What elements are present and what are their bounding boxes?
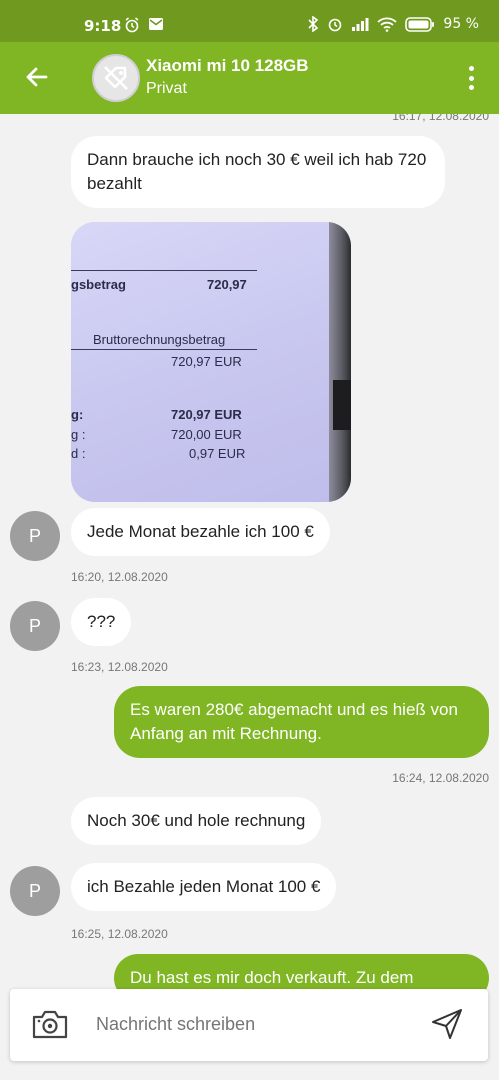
overflow-menu-button[interactable] xyxy=(461,64,481,92)
mail-icon xyxy=(149,18,163,30)
receipt-text: 0,97 EUR xyxy=(189,446,246,461)
receipt-text: 720,97 EUR xyxy=(171,407,242,422)
outgoing-message[interactable]: Es waren 280€ abgemacht und es hieß von … xyxy=(114,686,489,758)
app-bar: Xiaomi mi 10 128GB Privat xyxy=(0,42,499,114)
incoming-message[interactable]: Jede Monat bezahle ich 100 € xyxy=(71,508,330,556)
more-vert-icon xyxy=(468,66,474,71)
receipt-text: Bruttorechnungsbetrag xyxy=(93,332,226,347)
incoming-message[interactable]: ??? xyxy=(71,598,132,646)
tag-off-icon xyxy=(104,66,128,90)
message-composer xyxy=(10,989,488,1061)
camera-icon xyxy=(32,1010,68,1039)
conversation-title[interactable]: Xiaomi mi 10 128GB xyxy=(146,56,309,76)
alarm-clock-icon xyxy=(329,18,342,32)
receipt-text: 720,97 xyxy=(207,277,247,292)
send-button[interactable] xyxy=(430,1007,464,1041)
wifi-icon xyxy=(377,17,398,32)
listing-avatar[interactable] xyxy=(92,54,140,102)
receipt-text: gsbetrag xyxy=(71,277,126,292)
avatar[interactable]: P xyxy=(10,866,60,916)
battery-percent: 95 % xyxy=(443,16,479,32)
message-timestamp: 16:20, 12.08.2020 xyxy=(71,570,168,584)
status-notification-icons xyxy=(124,17,164,33)
status-bar: 9:18 95 % xyxy=(0,0,499,42)
message-timestamp: 16:24, 12.08.2020 xyxy=(392,771,489,785)
incoming-message[interactable]: Dann brauche ich noch 30 € weil ich hab … xyxy=(71,136,445,208)
receipt-text: g: xyxy=(71,407,84,422)
bluetooth-icon xyxy=(308,16,319,32)
signal-icon xyxy=(352,18,369,31)
avatar[interactable]: P xyxy=(10,601,60,651)
message-timestamp: 16:25, 12.08.2020 xyxy=(71,927,168,941)
status-time: 9:18 xyxy=(84,17,122,35)
incoming-image-receipt[interactable]: gsbetrag 720,97 Bruttorechnungsbetrag 72… xyxy=(71,222,351,502)
avatar[interactable]: P xyxy=(10,511,60,561)
camera-button[interactable] xyxy=(30,1007,70,1043)
message-input[interactable] xyxy=(96,1014,416,1035)
incoming-message[interactable]: ich Bezahle jeden Monat 100 € xyxy=(71,863,337,911)
receipt-text: 720,00 EUR xyxy=(171,427,242,442)
message-list[interactable]: 16:17, 12.08.2020 Dann brauche ich noch … xyxy=(0,114,499,1080)
receipt-text: g : xyxy=(71,427,86,442)
receipt-text: d : xyxy=(71,446,86,461)
incoming-message[interactable]: Noch 30€ und hole rechnung xyxy=(71,797,322,845)
alarm-icon xyxy=(125,17,139,33)
battery-icon xyxy=(405,16,435,32)
status-system-icons: 95 % xyxy=(307,16,479,32)
arrow-left-icon xyxy=(26,67,48,87)
receipt-text: 720,97 EUR xyxy=(171,354,242,369)
conversation-subtitle: Privat xyxy=(146,80,187,97)
message-timestamp: 16:23, 12.08.2020 xyxy=(71,660,168,674)
back-button[interactable] xyxy=(20,60,54,94)
send-icon xyxy=(432,1009,462,1039)
message-timestamp: 16:17, 12.08.2020 xyxy=(392,114,489,123)
